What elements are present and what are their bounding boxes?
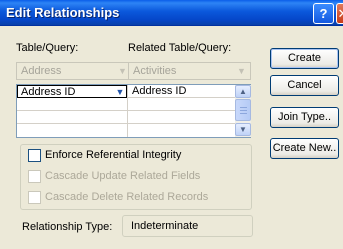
- field-mapping-grid[interactable]: Address ID ▼ Address ID ▲ ▼: [16, 84, 251, 138]
- table-row[interactable]: [17, 124, 235, 137]
- close-button[interactable]: ✕: [336, 3, 343, 24]
- left-field-cell[interactable]: Address ID: [21, 86, 75, 98]
- cascade-update-checkbox: [28, 170, 41, 183]
- create-button[interactable]: Create: [270, 48, 339, 69]
- chevron-down-icon: ▼: [237, 66, 246, 76]
- table-query-label: Table/Query:: [16, 42, 79, 54]
- column-divider: [127, 85, 128, 137]
- enforce-ri-label[interactable]: Enforce Referential Integrity: [45, 149, 184, 161]
- relationship-type-label: Relationship Type:: [22, 221, 113, 233]
- table-row[interactable]: Address ID ▼ Address ID: [17, 85, 235, 98]
- scroll-thumb[interactable]: [235, 99, 251, 121]
- related-table-query-combo: Activities ▼: [128, 62, 251, 80]
- table-query-value: Address: [21, 65, 62, 77]
- chevron-down-icon[interactable]: ▼: [114, 87, 126, 97]
- create-new-button[interactable]: Create New..: [270, 138, 339, 159]
- enforce-ri-checkbox[interactable]: [28, 149, 41, 162]
- title-bar[interactable]: Edit Relationships ? ✕: [0, 0, 343, 26]
- related-table-query-label: Related Table/Query:: [128, 42, 232, 54]
- edit-relationships-dialog: Edit Relationships ? ✕ Table/Query: Rela…: [0, 0, 343, 249]
- active-field-cell[interactable]: Address ID ▼: [17, 85, 127, 98]
- help-icon: ?: [319, 6, 328, 21]
- cancel-button[interactable]: Cancel: [270, 75, 339, 96]
- scroll-up-button[interactable]: ▲: [235, 85, 251, 98]
- relationship-type-box: Indeterminate: [122, 215, 253, 237]
- cascade-delete-checkbox: [28, 191, 41, 204]
- scroll-down-button[interactable]: ▼: [235, 123, 251, 136]
- help-button[interactable]: ?: [313, 3, 334, 24]
- cascade-update-label: Cascade Update Related Fields: [45, 170, 201, 182]
- window-title: Edit Relationships: [6, 5, 120, 20]
- table-row[interactable]: [17, 98, 235, 111]
- right-field-cell[interactable]: Address ID: [132, 85, 186, 97]
- cascade-delete-label: Cascade Delete Related Records: [45, 191, 209, 203]
- join-type-button[interactable]: Join Type..: [270, 107, 339, 128]
- table-row[interactable]: [17, 111, 235, 124]
- close-icon: ✕: [338, 6, 343, 22]
- relationship-type-value: Indeterminate: [131, 220, 199, 232]
- related-table-query-value: Activities: [133, 65, 177, 77]
- vertical-scrollbar[interactable]: ▲ ▼: [235, 85, 251, 137]
- table-query-combo: Address ▼: [16, 62, 132, 80]
